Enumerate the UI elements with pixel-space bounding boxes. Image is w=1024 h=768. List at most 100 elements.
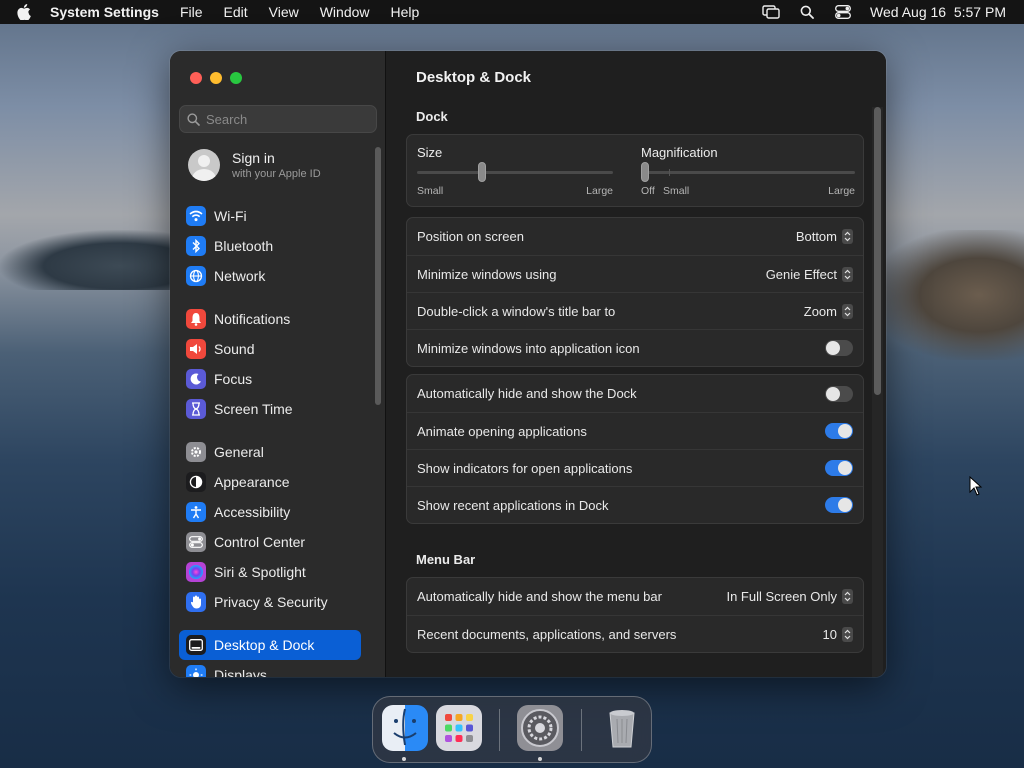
toggle-switch[interactable] bbox=[825, 423, 853, 439]
accessibility-icon bbox=[186, 502, 206, 522]
hourglass-icon bbox=[186, 399, 206, 419]
sidebar-item-label: Bluetooth bbox=[214, 238, 274, 254]
popup-button[interactable]: Bottom bbox=[796, 229, 853, 244]
search-icon bbox=[187, 112, 200, 126]
speaker-icon bbox=[186, 339, 206, 359]
popup-value: 10 bbox=[822, 626, 837, 642]
menu-bar-options-group: Automatically hide and show the menu bar… bbox=[406, 577, 864, 653]
wifi-icon bbox=[186, 206, 206, 226]
sidebar-item-sound[interactable]: Sound bbox=[179, 334, 361, 364]
control-center-icon bbox=[186, 532, 206, 552]
clock[interactable]: Wed Aug 16 5:57 PM bbox=[870, 4, 1006, 20]
toggle-switch[interactable] bbox=[825, 385, 853, 402]
menu-view[interactable]: View bbox=[269, 4, 299, 20]
popup-button[interactable]: Zoom bbox=[804, 303, 853, 319]
main-pane: Desktop & Dock Dock Size Small Large Mag… bbox=[386, 51, 886, 677]
popup-button[interactable]: In Full Screen Only bbox=[726, 589, 853, 604]
setting-row: Automatically hide and show the menu bar… bbox=[407, 578, 863, 615]
setting-label: Automatically hide and show the menu bar bbox=[417, 589, 662, 604]
sidebar-item-bluetooth[interactable]: Bluetooth bbox=[179, 231, 361, 261]
apple-menu-icon[interactable] bbox=[14, 2, 34, 22]
toggle-knob bbox=[838, 461, 852, 475]
page-title: Desktop & Dock bbox=[416, 69, 532, 86]
toggle-knob bbox=[838, 498, 852, 512]
toggle-switch[interactable] bbox=[825, 340, 853, 356]
dock-section-heading: Dock bbox=[416, 109, 448, 124]
window-controls bbox=[190, 72, 242, 84]
finder-running-indicator bbox=[402, 757, 406, 761]
appearance-icon bbox=[186, 472, 206, 492]
sidebar-item-control-center[interactable]: Control Center bbox=[179, 527, 361, 557]
bluetooth-icon bbox=[186, 236, 206, 256]
sidebar-item-network[interactable]: Network bbox=[179, 261, 361, 291]
menu-bar: System Settings File Edit View Window He… bbox=[0, 0, 1024, 24]
avatar bbox=[188, 149, 220, 181]
apple-id-sign-in[interactable]: Sign in with your Apple ID bbox=[188, 149, 321, 181]
menu-bar-section-heading: Menu Bar bbox=[416, 552, 476, 567]
setting-row: Minimize windows into application icon bbox=[407, 329, 863, 366]
bell-icon bbox=[186, 309, 206, 329]
menu-app-name[interactable]: System Settings bbox=[50, 4, 159, 20]
setting-label: Recent documents, applications, and serv… bbox=[417, 626, 677, 642]
spotlight-search-icon[interactable] bbox=[798, 3, 816, 21]
popup-value: Genie Effect bbox=[765, 266, 837, 282]
popup-button[interactable]: Genie Effect bbox=[765, 266, 853, 282]
sidebar-item-label: Sound bbox=[214, 341, 255, 357]
screen-mirroring-icon[interactable] bbox=[762, 3, 780, 21]
sidebar-item-label: Focus bbox=[214, 371, 253, 387]
sidebar-item-label: Wi-Fi bbox=[214, 208, 247, 224]
setting-row: Automatically hide and show the Dock bbox=[407, 375, 863, 412]
finder-icon[interactable] bbox=[382, 705, 428, 751]
sidebar-item-label: Desktop & Dock bbox=[214, 637, 315, 653]
magnification-slider-thumb[interactable] bbox=[641, 162, 649, 182]
sidebar-item-label: Privacy & Security bbox=[214, 594, 328, 610]
chevron-up-down-icon bbox=[842, 229, 853, 244]
popup-value: In Full Screen Only bbox=[726, 589, 837, 604]
sidebar-item-label: Siri & Spotlight bbox=[214, 564, 306, 580]
popup-button[interactable]: 10 bbox=[822, 626, 853, 642]
sidebar-item-general[interactable]: General bbox=[179, 437, 361, 467]
sidebar-item-appearance[interactable]: Appearance bbox=[179, 467, 361, 497]
sidebar-item-desktop-dock[interactable]: Desktop & Dock bbox=[179, 630, 361, 660]
close-button[interactable] bbox=[190, 72, 202, 84]
system-settings-icon[interactable] bbox=[517, 705, 563, 751]
dock-separator bbox=[499, 709, 500, 751]
toggle-switch[interactable] bbox=[825, 460, 853, 476]
main-scrollbar[interactable] bbox=[874, 107, 881, 395]
sidebar-item-siri-spotlight[interactable]: Siri & Spotlight bbox=[179, 557, 361, 587]
sidebar-item-label: Notifications bbox=[214, 311, 291, 327]
trash-icon[interactable] bbox=[599, 705, 645, 751]
size-title: Size bbox=[417, 145, 443, 160]
magnification-slider-track[interactable] bbox=[641, 171, 855, 174]
sidebar-item-displays[interactable]: Displays bbox=[179, 660, 361, 677]
size-slider-thumb[interactable] bbox=[477, 162, 486, 182]
sidebar-item-screen-time[interactable]: Screen Time bbox=[179, 394, 361, 424]
sidebar-item-label: Appearance bbox=[214, 474, 290, 490]
magnification-off-label: Off bbox=[641, 185, 655, 197]
chevron-up-down-icon bbox=[842, 589, 853, 604]
menu-file[interactable]: File bbox=[180, 4, 203, 20]
magnification-tick bbox=[669, 169, 670, 176]
setting-row: Animate opening applications bbox=[407, 412, 863, 449]
search-input[interactable] bbox=[206, 111, 366, 127]
sidebar-scrollbar[interactable] bbox=[375, 147, 381, 405]
control-center-menu-icon[interactable] bbox=[834, 3, 852, 21]
menu-edit[interactable]: Edit bbox=[224, 4, 248, 20]
sidebar-item-accessibility[interactable]: Accessibility bbox=[179, 497, 361, 527]
account-subtitle: with your Apple ID bbox=[232, 168, 321, 180]
sidebar-item-privacy-security[interactable]: Privacy & Security bbox=[179, 587, 361, 617]
toggle-switch[interactable] bbox=[825, 497, 853, 513]
sidebar-item-wi-fi[interactable]: Wi-Fi bbox=[179, 201, 361, 231]
launchpad-icon[interactable] bbox=[436, 705, 482, 751]
sidebar-item-notifications[interactable]: Notifications bbox=[179, 304, 361, 334]
minimize-button[interactable] bbox=[210, 72, 222, 84]
sidebar-item-focus[interactable]: Focus bbox=[179, 364, 361, 394]
dock-options-group-1: Position on screen Bottom Minimize windows… bbox=[406, 217, 864, 367]
chevron-up-down-icon bbox=[842, 303, 853, 319]
setting-row: Show indicators for open applications bbox=[407, 449, 863, 486]
menu-window[interactable]: Window bbox=[320, 4, 370, 20]
search-field[interactable] bbox=[179, 105, 377, 133]
zoom-button[interactable] bbox=[230, 72, 242, 84]
menu-help[interactable]: Help bbox=[391, 4, 420, 20]
size-slider-track[interactable] bbox=[417, 171, 613, 174]
